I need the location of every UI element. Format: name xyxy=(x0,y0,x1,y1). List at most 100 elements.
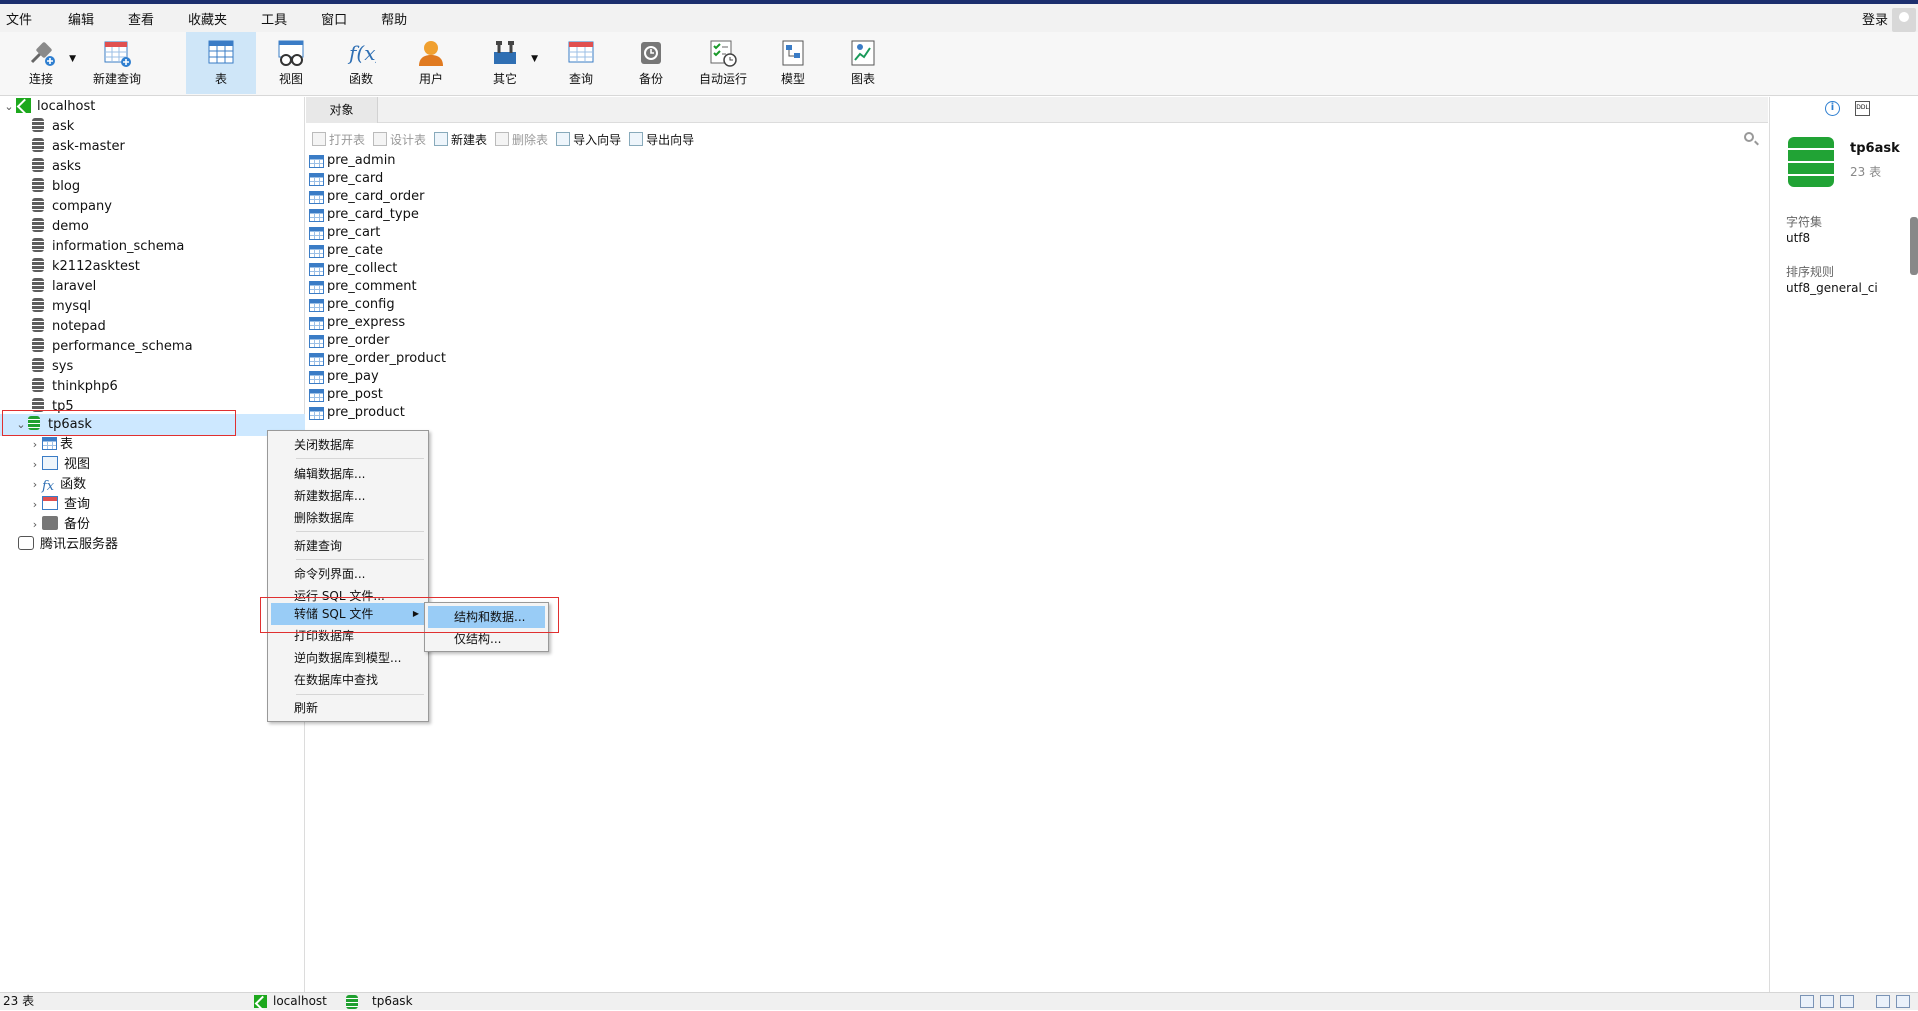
tree-host-cloud[interactable]: 腾讯云服务器 xyxy=(18,535,118,555)
tree-db-item[interactable]: laravel xyxy=(32,277,96,297)
menu-edit[interactable]: 编辑 xyxy=(58,9,104,28)
tree-db-item[interactable]: performance_schema xyxy=(32,337,193,357)
tree-child-backups[interactable]: › 备份 xyxy=(28,515,90,535)
tree-db-item[interactable]: demo xyxy=(32,217,89,237)
toolbar-connect-button[interactable]: 连接 ▼ xyxy=(18,32,76,94)
grid-view-icon[interactable] xyxy=(1840,995,1854,1008)
view-icon xyxy=(276,38,306,68)
menu-tools[interactable]: 工具 xyxy=(251,9,297,28)
import-wizard-button[interactable]: 导入向导 xyxy=(556,131,621,148)
open-table-button[interactable]: 打开表 xyxy=(312,131,365,148)
menu-help[interactable]: 帮助 xyxy=(371,9,417,28)
toolbar-view-button[interactable]: 视图 xyxy=(270,32,312,94)
chevron-right-icon[interactable]: › xyxy=(28,435,42,455)
table-item[interactable]: pre_admin xyxy=(309,152,809,170)
chevron-right-icon[interactable]: › xyxy=(28,515,42,535)
table-item[interactable]: pre_card_type xyxy=(309,206,809,224)
tree-db-item[interactable]: asks xyxy=(32,157,81,177)
table-item[interactable]: pre_config xyxy=(309,296,809,314)
table-item[interactable]: pre_comment xyxy=(309,278,809,296)
menu-delete-database[interactable]: 删除数据库 xyxy=(271,507,425,529)
chevron-right-icon[interactable]: › xyxy=(28,475,42,495)
chevron-down-icon[interactable]: ⌄ xyxy=(2,97,16,117)
tree-db-item[interactable]: ask xyxy=(32,117,74,137)
tree-child-tables[interactable]: › 表 xyxy=(28,435,73,455)
export-wizard-button[interactable]: 导出向导 xyxy=(629,131,694,148)
tree-db-item[interactable]: thinkphp6 xyxy=(32,377,118,397)
info-icon[interactable]: i xyxy=(1825,101,1840,116)
tree-db-item[interactable]: sys xyxy=(32,357,73,377)
table-item[interactable]: pre_order_product xyxy=(309,350,809,368)
menu-new-database[interactable]: 新建数据库... xyxy=(271,485,425,507)
schedule-icon xyxy=(708,38,738,68)
menu-refresh[interactable]: 刷新 xyxy=(271,697,425,719)
tree-child-functions[interactable]: › fx 函数 xyxy=(28,475,86,495)
toolbar-other-button[interactable]: 其它 ▼ xyxy=(484,32,538,94)
table-item[interactable]: pre_card_order xyxy=(309,188,809,206)
table-item[interactable]: pre_product xyxy=(309,404,809,422)
menu-close-database[interactable]: 关闭数据库 xyxy=(271,434,425,456)
tree-db-item[interactable]: ask-master xyxy=(32,137,125,157)
menu-edit-database[interactable]: 编辑数据库... xyxy=(271,463,425,485)
menu-reverse-to-model[interactable]: 逆向数据库到模型... xyxy=(271,647,425,669)
chevron-down-icon[interactable]: ▼ xyxy=(531,54,538,64)
table-item[interactable]: pre_collect xyxy=(309,260,809,278)
menu-window[interactable]: 窗口 xyxy=(311,9,357,28)
tree-db-item[interactable]: mysql xyxy=(32,297,91,317)
tree-child-views[interactable]: › 视图 xyxy=(28,455,90,475)
backup-icon xyxy=(636,38,666,68)
toolbar-new-query-button[interactable]: 新建查询 xyxy=(88,32,146,94)
tree-db-item[interactable]: information_schema xyxy=(32,237,184,257)
menu-console[interactable]: 命令列界面... xyxy=(271,563,425,585)
chevron-right-icon[interactable]: › xyxy=(28,495,42,515)
table-icon xyxy=(309,316,324,330)
ddl-icon[interactable]: DDL xyxy=(1855,101,1870,116)
tab-objects[interactable]: 对象 xyxy=(306,97,378,123)
tree-db-item[interactable]: notepad xyxy=(32,317,106,337)
database-icon xyxy=(32,178,44,192)
toolbar-model-button[interactable]: 模型 xyxy=(772,32,814,94)
table-item[interactable]: pre_cart xyxy=(309,224,809,242)
toolbar-schedule-button[interactable]: 自动运行 xyxy=(694,32,752,94)
menu-separator xyxy=(296,694,424,695)
delete-table-button[interactable]: 删除表 xyxy=(495,131,548,148)
chevron-right-icon[interactable]: › xyxy=(28,455,42,475)
new-table-button[interactable]: 新建表 xyxy=(434,131,487,148)
menu-new-query[interactable]: 新建查询 xyxy=(271,535,425,557)
panel-right-icon[interactable] xyxy=(1896,995,1910,1008)
design-table-button[interactable]: 设计表 xyxy=(373,131,426,148)
tree-db-item[interactable]: company xyxy=(32,197,112,217)
panel-left-icon[interactable] xyxy=(1876,995,1890,1008)
search-icon[interactable] xyxy=(1744,132,1754,142)
tree-db-item[interactable]: k2112asktest xyxy=(32,257,140,277)
menu-favorites[interactable]: 收藏夹 xyxy=(178,9,237,28)
menu-find-in-database[interactable]: 在数据库中查找 xyxy=(271,669,425,691)
toolbar-function-button[interactable]: f(x) 函数 xyxy=(340,32,383,94)
menu-file[interactable]: 文件 xyxy=(0,9,42,28)
avatar-icon[interactable] xyxy=(1892,8,1916,32)
table-item[interactable]: pre_cate xyxy=(309,242,809,260)
menu-view[interactable]: 查看 xyxy=(118,9,164,28)
table-item[interactable]: pre_card xyxy=(309,170,809,188)
table-item[interactable]: pre_post xyxy=(309,386,809,404)
toolbar-backup-button[interactable]: 备份 xyxy=(630,32,672,94)
login-link[interactable]: 登录 xyxy=(1862,9,1888,28)
database-icon xyxy=(32,198,44,212)
table-icon xyxy=(309,262,324,276)
table-icon xyxy=(309,406,324,420)
list-view-icon[interactable] xyxy=(1800,995,1814,1008)
tree-child-queries[interactable]: › 查询 xyxy=(28,495,90,515)
panel-scrollbar[interactable] xyxy=(1910,217,1918,275)
table-item[interactable]: pre_express xyxy=(309,314,809,332)
tree-db-item[interactable]: blog xyxy=(32,177,80,197)
toolbar-table-button[interactable]: 表 xyxy=(186,32,256,94)
chevron-down-icon[interactable]: ▼ xyxy=(69,54,76,64)
toolbar-query-button[interactable]: 查询 xyxy=(560,32,602,94)
toolbar-user-button[interactable]: 用户 xyxy=(410,32,452,94)
tree-host-localhost[interactable]: ⌄ localhost xyxy=(2,97,95,117)
detail-view-icon[interactable] xyxy=(1820,995,1834,1008)
collation-label: 排序规则 xyxy=(1786,265,1835,279)
table-item[interactable]: pre_order xyxy=(309,332,809,350)
table-item[interactable]: pre_pay xyxy=(309,368,809,386)
toolbar-chart-button[interactable]: 图表 xyxy=(842,32,884,94)
